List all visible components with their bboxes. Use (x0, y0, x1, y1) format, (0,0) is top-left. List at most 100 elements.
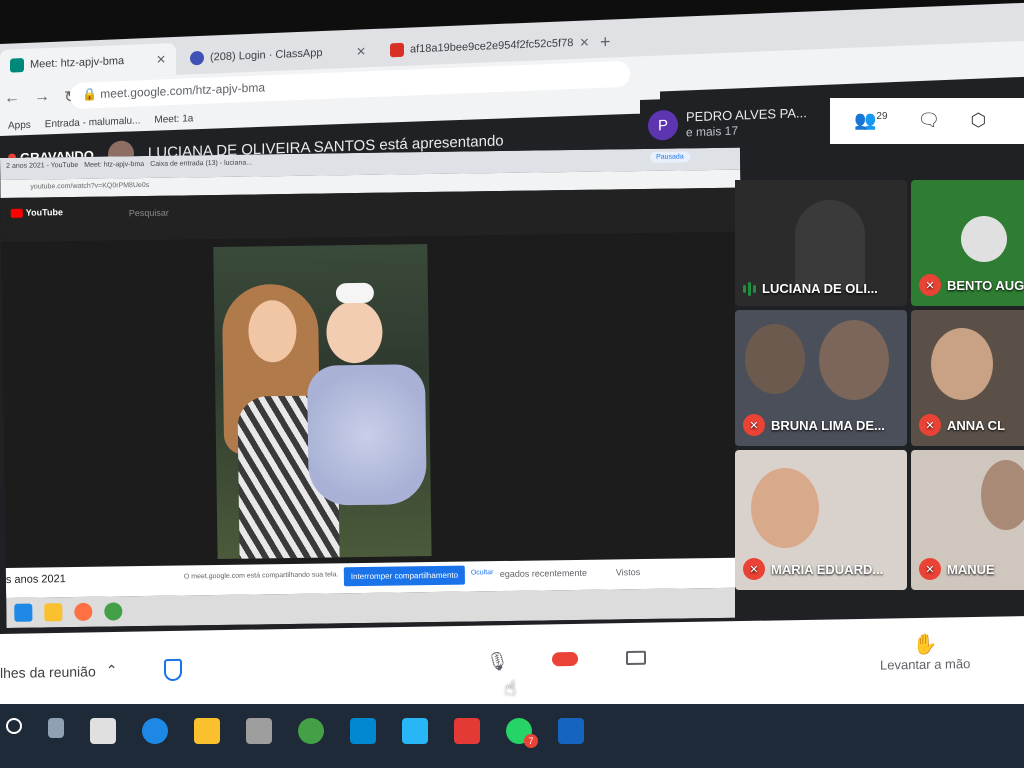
tab-label: (208) Login · ClassApp (210, 47, 323, 64)
participants-grid: LUCIANA DE OLI... ✕ BENTO AUG ✕ BRUNA LI… (735, 180, 1024, 630)
photo-baby-bow (335, 282, 375, 304)
youtube-label: YouTube (25, 207, 64, 218)
meet-side-icons: 👥29 🗨 ⬡ (830, 98, 1024, 144)
raise-hand-button[interactable]: ✋ Levantar a mão (880, 631, 970, 673)
edge-icon (14, 603, 33, 622)
recent-label: egados recentemente (499, 567, 587, 580)
camera-icon[interactable] (626, 650, 646, 666)
participant-tile[interactable]: LUCIANA DE OLI... (735, 180, 907, 306)
participant-summary-text: PEDRO ALVES PA... e mais 17 (686, 105, 807, 139)
participant-name: ANNA CL (947, 417, 1006, 433)
photos-icon[interactable] (402, 718, 428, 744)
new-tab-button[interactable]: + (600, 31, 611, 52)
paused-badge: Pausada (649, 151, 690, 163)
search-icon[interactable] (6, 718, 22, 734)
snip-icon[interactable] (454, 718, 480, 744)
participant-label: ✕ MANUE (919, 558, 995, 580)
shared-screen: 2 anos 2021 - YouTube Meet: htz-apjv-bma… (0, 147, 747, 628)
store-icon[interactable] (90, 718, 116, 744)
participant-video (795, 200, 865, 290)
participant-label: ✕ BENTO AUG (919, 274, 1024, 296)
participant-name: BRUNA LIMA DE... (771, 417, 885, 433)
mic-off-icon: ✕ (743, 558, 765, 580)
youtube-play-icon (10, 208, 23, 218)
people-button[interactable]: 👥29 (854, 110, 888, 132)
shared-tab: 2 anos 2021 - YouTube (6, 161, 79, 170)
chrome-icon (104, 602, 123, 621)
file-favicon-icon (390, 42, 404, 58)
participant-tile[interactable]: ✕ BRUNA LIMA DE... (735, 310, 907, 446)
forward-arrow-icon[interactable]: → (34, 88, 50, 109)
bookmark-inbox[interactable]: Entrada - malumalu... (45, 115, 141, 133)
word-icon[interactable] (558, 718, 584, 744)
firefox-icon (74, 602, 93, 622)
video-photo (213, 244, 432, 560)
whatsapp-icon[interactable]: 7 (506, 718, 538, 748)
mic-off-icon: ✕ (919, 558, 941, 580)
participant-label: ✕ ANNA CL (919, 414, 1005, 436)
screen: Meet: htz-apjv-bma ✕ (208) Login · Class… (0, 0, 1024, 768)
close-icon[interactable]: ✕ (356, 44, 366, 58)
participant-more: e mais 17 (686, 123, 739, 140)
sharing-message: O meet.google.com está compartilhando su… (183, 571, 339, 581)
close-icon[interactable]: ✕ (579, 35, 588, 49)
top-participant-summary[interactable]: P PEDRO ALVES PA... e mais 17 (640, 93, 830, 152)
youtube-search: Pesquisar (128, 207, 169, 219)
activities-icon[interactable]: ⬡ (970, 110, 986, 132)
meeting-details-label: lhes da reunião (0, 662, 96, 681)
avatar (961, 216, 1007, 262)
participant-tile[interactable]: ✕ MANUE (911, 450, 1024, 590)
notification-badge: 7 (524, 734, 538, 748)
participant-tile[interactable]: ✕ ANNA CL (911, 310, 1024, 446)
meet-area: GRAVANDO LUCIANA DE OLIVEIRA SANTOS está… (0, 93, 1024, 768)
shared-tab: Meet: htz-apjv-bma (84, 160, 145, 169)
seen-label: Vistos (615, 567, 641, 578)
video-title: s anos 2021 (5, 573, 66, 586)
participant-name: MARIA EDUARD... (771, 561, 884, 577)
chevron-up-icon: ⌃ (105, 661, 118, 679)
avatar: P (648, 109, 678, 141)
edge-icon[interactable] (142, 718, 168, 744)
participant-label: ✕ BRUNA LIMA DE... (743, 414, 885, 436)
participant-tile[interactable]: ✕ BENTO AUG (911, 180, 1024, 306)
mic-off-icon: ✕ (919, 414, 941, 436)
classapp-favicon-icon (190, 50, 204, 66)
back-arrow-icon[interactable]: ← (4, 89, 20, 110)
participant-video (751, 468, 819, 548)
hand-icon: ✋ (912, 633, 938, 657)
shared-tab: Caixa de entrada (13) - luciana... (150, 159, 253, 168)
hide-button: Ocultar (470, 569, 494, 577)
nav-buttons: ← → ↻ (4, 87, 77, 110)
chat-icon[interactable]: 🗨 (918, 110, 941, 132)
url-text: meet.google.com/htz-apjv-bma (100, 80, 266, 101)
bookmark-apps[interactable]: Apps (8, 120, 31, 135)
windows-taskbar: 7 (0, 704, 1024, 768)
meeting-details-button[interactable]: lhes da reunião ⌃ (0, 662, 117, 681)
photo-baby-dress (306, 364, 427, 506)
chrome-icon[interactable] (298, 718, 324, 744)
task-view-icon[interactable] (48, 718, 64, 738)
mic-off-icon: ✕ (919, 274, 941, 296)
mic-off-icon: ✕ (743, 414, 765, 436)
people-count: 29 (876, 111, 888, 122)
participant-video (819, 320, 889, 400)
participant-video (931, 328, 993, 400)
hang-up-icon[interactable] (552, 651, 578, 667)
bookmark-meet[interactable]: Meet: 1a (154, 113, 193, 129)
printer-icon[interactable] (246, 718, 272, 744)
tab-label: af18a19bee9ce2e954f2fc52c5f78 (410, 36, 574, 56)
participant-video (981, 460, 1024, 530)
participant-label: LUCIANA DE OLI... (743, 281, 878, 296)
mic-icon[interactable]: 🎙 (486, 651, 509, 672)
photo-baby-head (326, 300, 383, 364)
people-icon: 👥 (854, 110, 877, 130)
mail-icon[interactable] (350, 718, 376, 744)
photo-woman-face (248, 299, 297, 363)
participant-tile[interactable]: ✕ MARIA EDUARD... (735, 450, 907, 590)
participant-label: ✕ MARIA EDUARD... (743, 558, 883, 580)
file-explorer-icon[interactable] (194, 718, 220, 744)
raise-hand-label: Levantar a mão (880, 656, 971, 673)
tab-label: Meet: htz-apjv-bma (30, 55, 125, 71)
close-icon[interactable]: ✕ (156, 52, 166, 66)
shield-icon[interactable] (164, 658, 182, 682)
